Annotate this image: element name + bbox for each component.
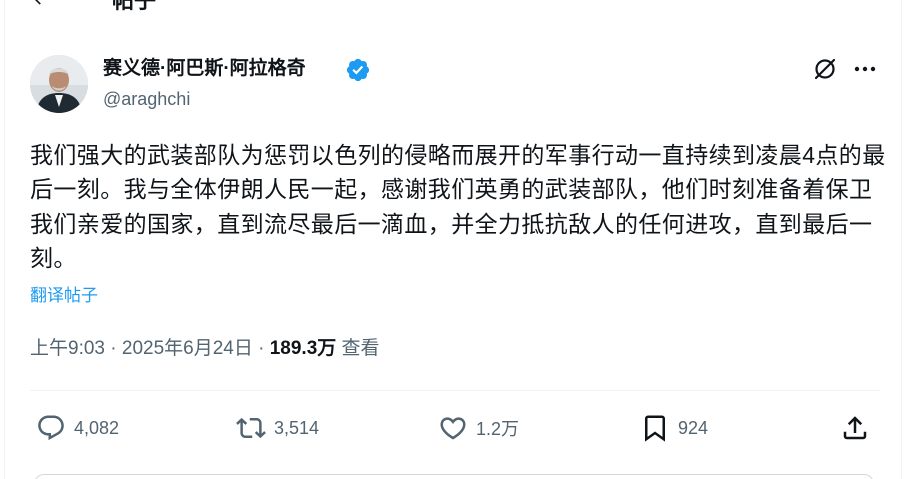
top-bar: 帖子 (0, 0, 909, 20)
view-count: 189.3万 (269, 338, 337, 359)
repost-button[interactable]: 3,514 (236, 412, 319, 444)
like-button[interactable]: 1.2万 (438, 412, 519, 444)
translate-post-link[interactable]: 翻译帖子 (30, 285, 98, 307)
reply-button[interactable]: 4,082 (36, 412, 119, 444)
post-text: 我们强大的武装部队为惩罚以色列的侵略而展开的军事行动一直持续到凌晨4点的最后一刻… (30, 142, 886, 271)
reply-count: 4,082 (74, 417, 120, 438)
page-title: 帖子 (112, 0, 157, 13)
reply-icon (38, 415, 64, 441)
bookmark-count: 924 (678, 417, 709, 438)
like-count: 1.2万 (476, 419, 520, 439)
more-horizontal-icon[interactable] (852, 58, 878, 80)
avatar-image-icon (30, 55, 88, 113)
post-date[interactable]: 2025年6月24日 (122, 338, 253, 359)
verified-badge-icon[interactable] (345, 57, 371, 83)
author-display-name[interactable]: 赛义德·阿巴斯·阿拉格奇 (103, 58, 306, 80)
back-arrow-icon[interactable] (30, 0, 50, 8)
post-metadata: 上午9:03 · 2025年6月24日 · 189.3万 查看 (30, 337, 380, 361)
author-handle[interactable]: @araghchi (103, 88, 190, 110)
divider (30, 390, 880, 391)
views-label: 查看 (336, 338, 380, 359)
share-icon (843, 416, 867, 440)
repost-icon (236, 417, 266, 439)
repost-count: 3,514 (274, 417, 320, 438)
bookmark-icon (645, 415, 665, 442)
meta-separator: · (104, 338, 122, 359)
bookmark-button[interactable]: 924 (640, 412, 708, 444)
avatar[interactable] (30, 55, 88, 113)
post-time[interactable]: 上午9:03 (30, 338, 105, 359)
meta-separator-2: · (252, 338, 270, 359)
heart-icon (440, 417, 466, 440)
share-button[interactable] (840, 412, 878, 444)
reply-composer-box[interactable] (34, 474, 874, 479)
grok-icon[interactable] (812, 56, 838, 82)
